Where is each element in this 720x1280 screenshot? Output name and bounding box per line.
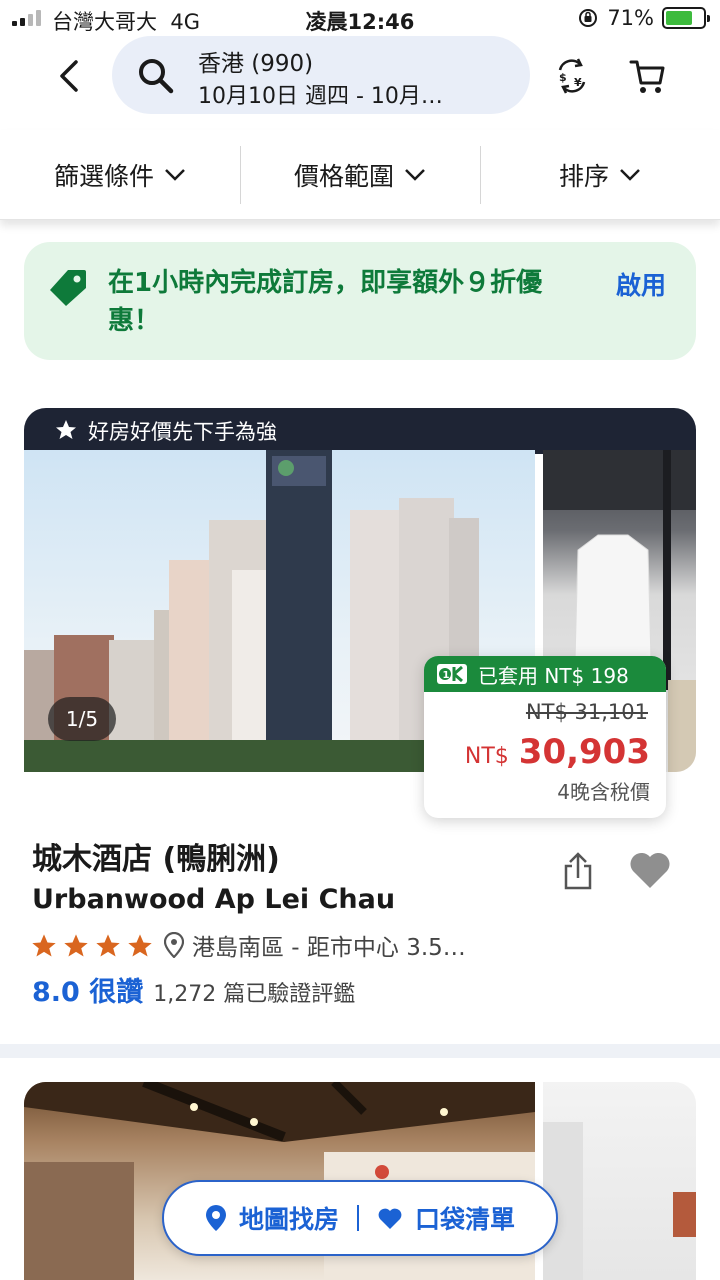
price-tag-icon [50, 270, 86, 306]
promo-banner: 在1小時內完成訂房，即享額外９折優惠！ 啟用 [24, 242, 696, 360]
card-divider [0, 1044, 720, 1058]
coupon-icon: 1 [437, 664, 467, 684]
deal-banner-text: 好房好價先下手為強 [88, 420, 277, 444]
original-price: NT$ 31,101 [525, 700, 648, 724]
search-header: 香港 (990) 10月10日 週四 - 10月… $ ¥ [0, 36, 720, 118]
battery-percent: 71% [607, 6, 654, 30]
review-count: 1,272 篇已驗證評鑑 [153, 982, 356, 1007]
search-summary[interactable]: 香港 (990) 10月10日 週四 - 10月… [112, 36, 530, 114]
floating-action-bar: 地圖找房 口袋清單 [162, 1180, 558, 1256]
promo-enable-button[interactable]: 啟用 [616, 266, 666, 302]
filter-bar: 篩選條件 價格範圍 排序 [0, 130, 720, 220]
deal-banner: 好房好價先下手為強 [24, 408, 696, 454]
photo-counter: 1/5 [48, 697, 116, 741]
star-icon [96, 934, 120, 957]
heart-icon [378, 1208, 402, 1229]
chevron-down-icon [620, 168, 640, 181]
wishlist-label: 口袋清單 [415, 1205, 516, 1234]
coupon-applied-badge: 1 已套用 NT$ 198 [424, 656, 666, 692]
star-icon [64, 934, 88, 957]
share-icon[interactable] [558, 852, 598, 892]
star-icon [128, 934, 152, 957]
back-arrow-icon[interactable] [50, 56, 90, 96]
hotel-photo-secondary[interactable] [543, 1082, 696, 1280]
location-pin-icon [164, 932, 184, 958]
battery-icon [662, 7, 710, 29]
search-dates: 10月10日 週四 - 10月… [198, 84, 443, 109]
price-currency: NT$ [464, 744, 509, 769]
chevron-down-icon [405, 168, 425, 181]
svg-text:$: $ [559, 71, 567, 84]
heart-icon[interactable] [628, 850, 672, 890]
currency-exchange-icon[interactable]: $ ¥ [552, 56, 592, 96]
star-rating [30, 932, 154, 960]
location-text: 港島南區 - 距市中心 3.5… [192, 935, 466, 961]
promo-text: 在1小時內完成訂房，即享額外９折優惠！ [108, 268, 543, 336]
review-score: 8.0 很讚 [32, 977, 144, 1008]
price-card[interactable]: 1 已套用 NT$ 198 NT$ 31,101 NT$ 30,903 4晚含稅… [424, 656, 666, 818]
search-location: 香港 (990) [198, 51, 314, 77]
room-image [543, 1122, 696, 1280]
search-icon [139, 59, 174, 94]
chevron-down-icon [165, 168, 185, 181]
star-icon [32, 934, 56, 957]
filter-label: 篩選條件 [53, 161, 154, 191]
star-icon [56, 420, 76, 439]
hotel-name-english[interactable]: Urbanwood Ap Lei Chau [32, 884, 395, 915]
cart-icon[interactable] [628, 56, 668, 96]
location-pin-icon [205, 1205, 226, 1231]
hotel-name-chinese[interactable]: 城木酒店 (鴨脷洲) [32, 834, 280, 878]
hotel-location: 港島南區 - 距市中心 3.5… [164, 928, 466, 962]
orientation-lock-icon [579, 9, 598, 27]
price-note: 4晚含稅價 [557, 780, 650, 804]
map-search-button[interactable]: 地圖找房 [187, 1200, 357, 1236]
filter-label: 排序 [558, 161, 609, 191]
status-bar: 台灣大哥大 4G 凌晨12:46 71% [0, 0, 720, 38]
price-amount: 30,903 [518, 732, 650, 772]
filter-label: 價格範圍 [293, 161, 394, 191]
map-search-label: 地圖找房 [238, 1205, 339, 1234]
sort-button[interactable]: 排序 [480, 130, 720, 219]
svg-text:1: 1 [443, 670, 450, 681]
svg-text:¥: ¥ [574, 76, 582, 89]
review-summary[interactable]: 8.0 很讚 1,272 篇已驗證評鑑 [32, 970, 355, 1009]
price-range-button[interactable]: 價格範圍 [240, 130, 480, 219]
filter-conditions-button[interactable]: 篩選條件 [0, 130, 240, 219]
coupon-applied-text: 已套用 NT$ 198 [478, 663, 629, 688]
discounted-price: NT$ 30,903 [465, 732, 650, 772]
wishlist-button[interactable]: 口袋清單 [359, 1200, 533, 1236]
